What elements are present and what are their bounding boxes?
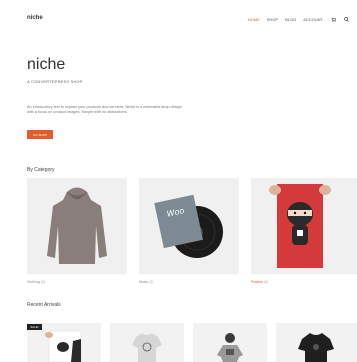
nav-account[interactable]: Account — [303, 17, 323, 22]
search-icon[interactable] — [343, 16, 349, 22]
main-nav: Home Shop Blog Account — [248, 16, 349, 22]
arrival-hoodie-image — [193, 323, 267, 362]
category-label-clothing[interactable]: Clothing (5) — [27, 280, 45, 284]
category-card-music[interactable]: Woo — [139, 178, 239, 274]
category-card-clothing[interactable] — [27, 178, 127, 274]
arrival-card-3[interactable] — [193, 323, 267, 362]
site-logo[interactable]: niche — [27, 15, 43, 21]
section-title-arrivals: Recent Arrivals — [27, 302, 61, 308]
arrival-card-4[interactable] — [276, 323, 357, 362]
cart-icon[interactable] — [330, 16, 336, 22]
nav-blog[interactable]: Blog — [285, 17, 296, 22]
category-card-posters[interactable] — [251, 178, 357, 274]
poster-image — [251, 178, 357, 274]
hoodie-image — [27, 178, 127, 274]
go-shop-button[interactable]: Go Shop — [27, 130, 53, 139]
category-label-posters[interactable]: Posters (5) — [251, 280, 268, 284]
section-title-category: By Category — [27, 167, 55, 173]
site-header: niche Home Shop Blog Account — [0, 0, 357, 40]
vinyl-image: Woo — [139, 178, 239, 274]
hero-subtitle: A CONVERTEPRESS SHOP — [27, 79, 83, 84]
category-label-music[interactable]: Music (3) — [139, 280, 153, 284]
sale-badge: Sale! — [27, 324, 42, 330]
arrival-tshirt-grey-image — [110, 323, 184, 362]
nav-shop[interactable]: Shop — [267, 17, 278, 22]
nav-home[interactable]: Home — [248, 17, 260, 22]
hero-title: niche — [27, 56, 66, 73]
hero-description: An introductory text to explain your pro… — [27, 105, 182, 114]
arrival-card-2[interactable] — [110, 323, 184, 362]
arrival-tshirt-black-image — [276, 323, 357, 362]
